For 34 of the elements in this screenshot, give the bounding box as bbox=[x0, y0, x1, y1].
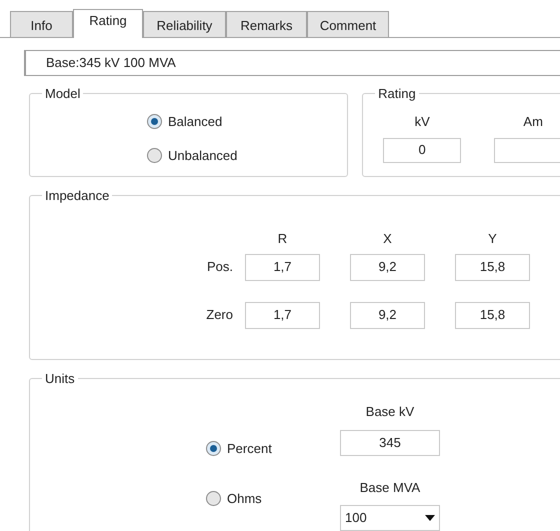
radio-label: Percent bbox=[227, 440, 272, 458]
column-header: R bbox=[278, 230, 288, 248]
column-label: kV bbox=[414, 113, 430, 131]
field-label: Base MVA bbox=[360, 478, 420, 496]
input-field[interactable]: 15,8 bbox=[455, 302, 530, 328]
radio-button[interactable] bbox=[206, 490, 221, 506]
input-field[interactable]: 1,7 bbox=[245, 302, 320, 328]
input-field[interactable]: 9,2 bbox=[350, 254, 425, 280]
radio-button[interactable] bbox=[206, 441, 221, 456]
tab[interactable]: Reliability bbox=[143, 11, 226, 37]
input-field[interactable] bbox=[494, 138, 560, 162]
base-info-text: Base:345 kV 100 MVA bbox=[46, 54, 176, 72]
row-label: Zero bbox=[206, 306, 233, 324]
base-kv-field[interactable]: 345 bbox=[340, 430, 440, 456]
input-field[interactable]: 15,8 bbox=[455, 254, 530, 280]
row-label: Pos. bbox=[206, 258, 233, 276]
column-header: X bbox=[383, 230, 392, 248]
field-label: Base kV bbox=[366, 403, 414, 421]
radio-label: Ohms bbox=[227, 490, 262, 508]
input-field[interactable]: 1,7 bbox=[245, 254, 320, 280]
input-field[interactable]: 9,2 bbox=[350, 302, 425, 328]
radio-label: Unbalanced bbox=[168, 146, 238, 164]
caret-icon bbox=[425, 515, 435, 521]
input-field[interactable]: 0 bbox=[383, 138, 462, 162]
radio-label: Balanced bbox=[168, 113, 222, 131]
tab[interactable]: Comment bbox=[307, 11, 389, 37]
radio-button[interactable] bbox=[147, 148, 162, 163]
tab[interactable]: Remarks bbox=[226, 11, 307, 37]
tab[interactable]: Info bbox=[10, 11, 73, 37]
radio-button[interactable] bbox=[147, 114, 162, 130]
column-header: Y bbox=[488, 230, 497, 248]
base-mva-dropdown[interactable]: 100 bbox=[340, 505, 440, 531]
tab[interactable]: Rating bbox=[73, 9, 143, 38]
column-label: Am bbox=[523, 113, 543, 131]
